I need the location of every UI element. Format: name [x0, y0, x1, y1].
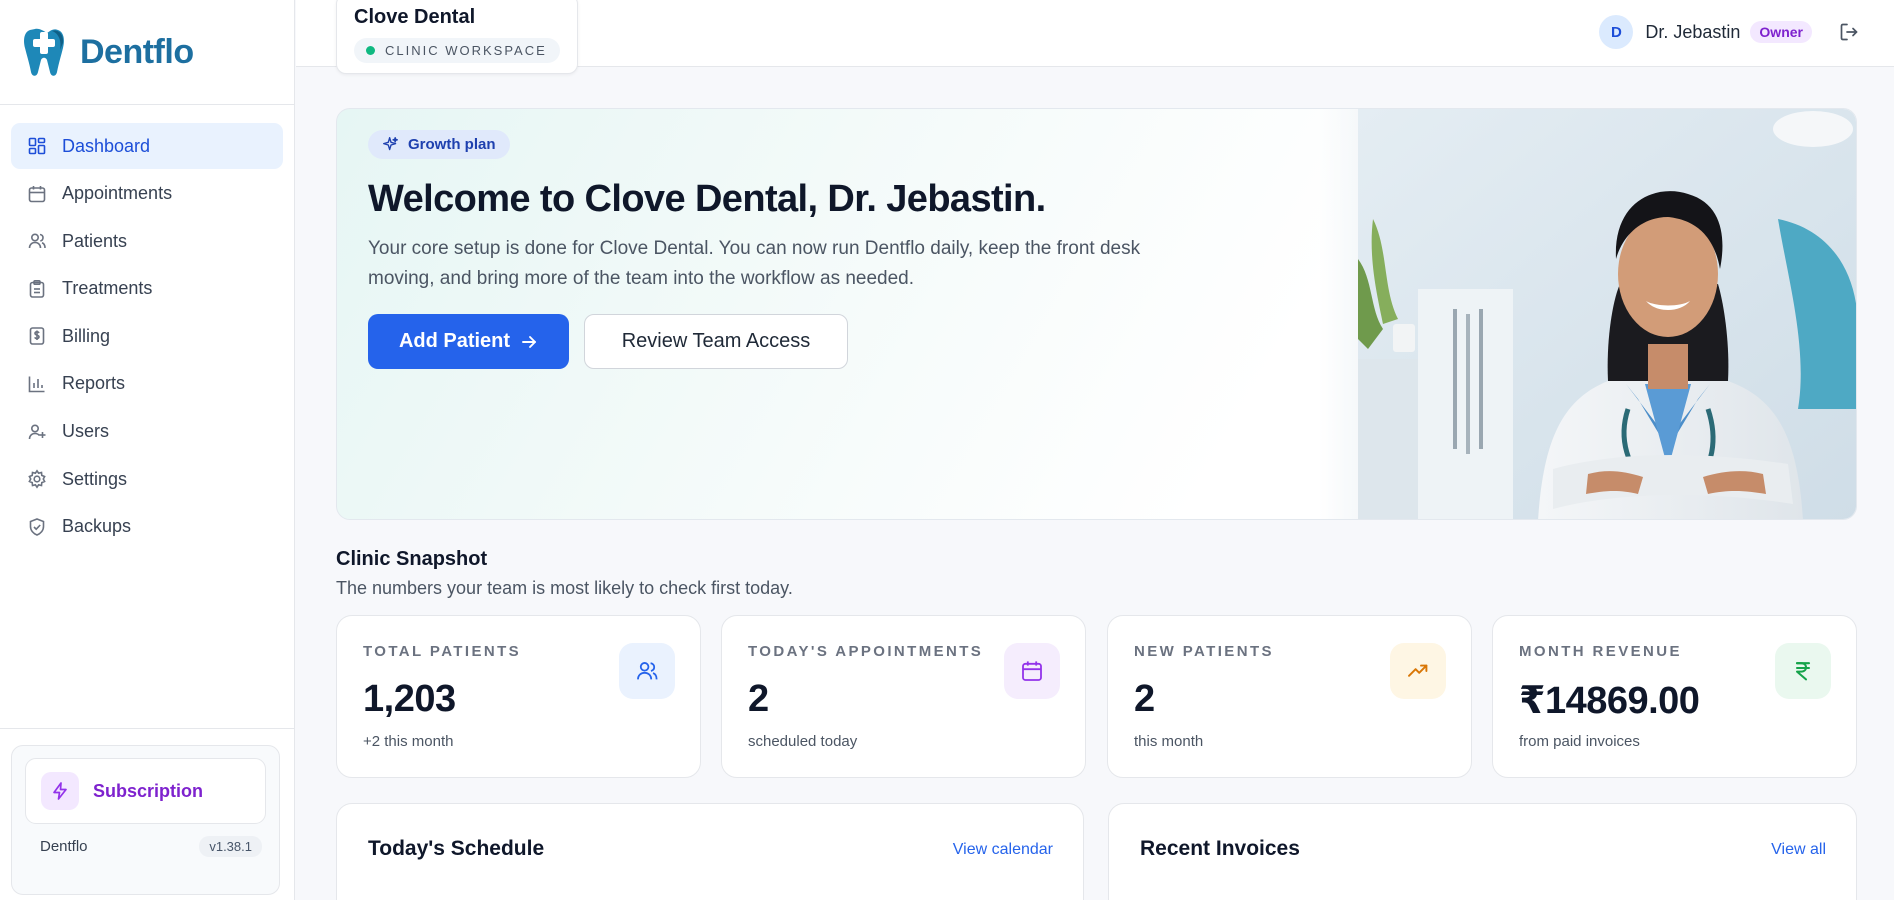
sidebar-item-appointments[interactable]: Appointments [11, 171, 283, 217]
stat-label: MONTH REVENUE [1519, 643, 1682, 660]
tooth-logo-icon [24, 28, 64, 76]
sidebar-item-label: Appointments [62, 183, 173, 204]
todays-schedule-panel: Today's Schedule View calendar [336, 803, 1084, 900]
plan-badge: Growth plan [368, 130, 510, 159]
sparkles-icon [383, 137, 398, 151]
avatar[interactable]: D [1599, 15, 1634, 49]
view-calendar-link[interactable]: View calendar [953, 841, 1053, 859]
review-team-access-button[interactable]: Review Team Access [584, 314, 848, 369]
users-icon [27, 231, 47, 251]
snapshot-title: Clinic Snapshot [336, 548, 488, 570]
lightning-icon [41, 772, 79, 810]
stat-card-month-revenue[interactable]: MONTH REVENUE ₹14869.00 from paid invoic… [1492, 615, 1857, 778]
sidebar-item-label: Billing [62, 325, 111, 346]
doctor-photo [1358, 109, 1856, 519]
stat-label: TODAY'S APPOINTMENTS [748, 643, 984, 660]
stat-card-new-patients[interactable]: NEW PATIENTS 2 this month [1107, 615, 1472, 778]
hero-fade [1319, 109, 1359, 519]
calendar-icon [27, 184, 47, 204]
user-name: Dr. Jebastin [1645, 21, 1741, 42]
user-menu: D Dr. Jebastin Owner [1599, 15, 1860, 49]
panel-title: Recent Invoices [1140, 837, 1300, 860]
add-patient-button[interactable]: Add Patient [368, 314, 569, 369]
stat-value: 2 [1134, 678, 1155, 720]
clipboard-icon [27, 279, 47, 299]
sidebar-item-label: Settings [62, 468, 128, 489]
sidebar-item-dashboard[interactable]: Dashboard [11, 123, 283, 169]
topbar: Clove Dental CLINIC WORKSPACE D Dr. Jeba… [296, 0, 1894, 74]
stat-note: scheduled today [748, 733, 858, 750]
stat-note: this month [1134, 733, 1204, 750]
trending-up-icon [1390, 643, 1446, 699]
snapshot-subtitle: The numbers your team is most likely to … [336, 578, 793, 598]
brand-name: Dentflo [80, 32, 194, 71]
sidebar-item-label: Treatments [62, 278, 153, 299]
view-all-invoices-link[interactable]: View all [1771, 841, 1826, 859]
review-team-access-label: Review Team Access [621, 330, 811, 352]
hero-actions: Add Patient Review Team Access [368, 314, 1268, 369]
status-dot-icon [366, 46, 375, 55]
billing-icon [27, 326, 47, 346]
sidebar-item-patients[interactable]: Patients [11, 218, 283, 264]
welcome-hero: Growth plan Welcome to Clove Dental, Dr.… [336, 108, 1857, 520]
sidebar-nav: Dashboard Appointments Patients Treatmen… [0, 105, 294, 550]
sidebar-item-reports[interactable]: Reports [11, 361, 283, 407]
sidebar-item-backups[interactable]: Backups [11, 504, 283, 550]
stat-card-total-patients[interactable]: TOTAL PATIENTS 1,203 +2 this month [336, 615, 701, 778]
sidebar-item-label: Backups [62, 516, 132, 537]
sidebar-item-label: Users [62, 421, 110, 442]
user-plus-icon [27, 422, 47, 442]
role-badge: Owner [1750, 21, 1812, 43]
recent-invoices-panel: Recent Invoices View all [1108, 803, 1857, 900]
users-icon [619, 643, 675, 699]
stat-note: +2 this month [363, 733, 454, 750]
workspace-label: CLINIC WORKSPACE [385, 43, 547, 58]
sidebar-item-label: Reports [62, 373, 126, 394]
sidebar-item-label: Patients [62, 230, 128, 251]
stat-value: 2 [748, 678, 769, 720]
brand[interactable]: Dentflo [0, 0, 294, 105]
welcome-description: Your core setup is done for Clove Dental… [368, 238, 1141, 289]
sidebar-item-billing[interactable]: Billing [11, 313, 283, 359]
shield-check-icon [27, 517, 47, 537]
stat-value: ₹14869.00 [1519, 680, 1700, 722]
sidebar-item-users[interactable]: Users [11, 409, 283, 455]
subscription-label: Subscription [93, 780, 204, 801]
subscription-card: Subscription Dentflo v1.38.1 [11, 745, 280, 895]
stat-label: TOTAL PATIENTS [363, 643, 522, 660]
workspace-badge: CLINIC WORKSPACE [354, 38, 560, 63]
stat-value: 1,203 [363, 678, 456, 720]
dashboard-icon [27, 136, 47, 156]
clinic-name: Clove Dental [354, 6, 476, 28]
version-badge: v1.38.1 [199, 836, 262, 857]
hero-content: Growth plan Welcome to Clove Dental, Dr.… [368, 130, 1268, 369]
plan-badge-label: Growth plan [408, 136, 496, 153]
sidebar-item-treatments[interactable]: Treatments [11, 266, 283, 312]
calendar-icon [1004, 643, 1060, 699]
welcome-title: Welcome to Clove Dental, Dr. Jebastin. [368, 178, 1046, 220]
logout-icon[interactable] [1838, 21, 1860, 43]
gear-icon [27, 469, 47, 489]
bar-chart-icon [27, 374, 47, 394]
sidebar: Dentflo Dashboard Appointments Patients … [0, 0, 295, 900]
subscription-button[interactable]: Subscription [25, 758, 266, 824]
rupee-icon [1775, 643, 1831, 699]
clinic-switcher[interactable]: Clove Dental CLINIC WORKSPACE [336, 0, 578, 74]
stat-note: from paid invoices [1519, 733, 1640, 750]
sidebar-item-label: Dashboard [62, 135, 151, 156]
panel-title: Today's Schedule [368, 837, 545, 860]
add-patient-label: Add Patient [398, 330, 511, 352]
sidebar-item-settings[interactable]: Settings [11, 456, 283, 502]
stat-label: NEW PATIENTS [1134, 643, 1274, 660]
app-name: Dentflo [40, 838, 88, 855]
stat-card-todays-appointments[interactable]: TODAY'S APPOINTMENTS 2 scheduled today [721, 615, 1086, 778]
arrow-right-icon [522, 335, 537, 348]
version-row: Dentflo v1.38.1 [25, 836, 266, 857]
sidebar-footer: Subscription Dentflo v1.38.1 [0, 728, 295, 900]
